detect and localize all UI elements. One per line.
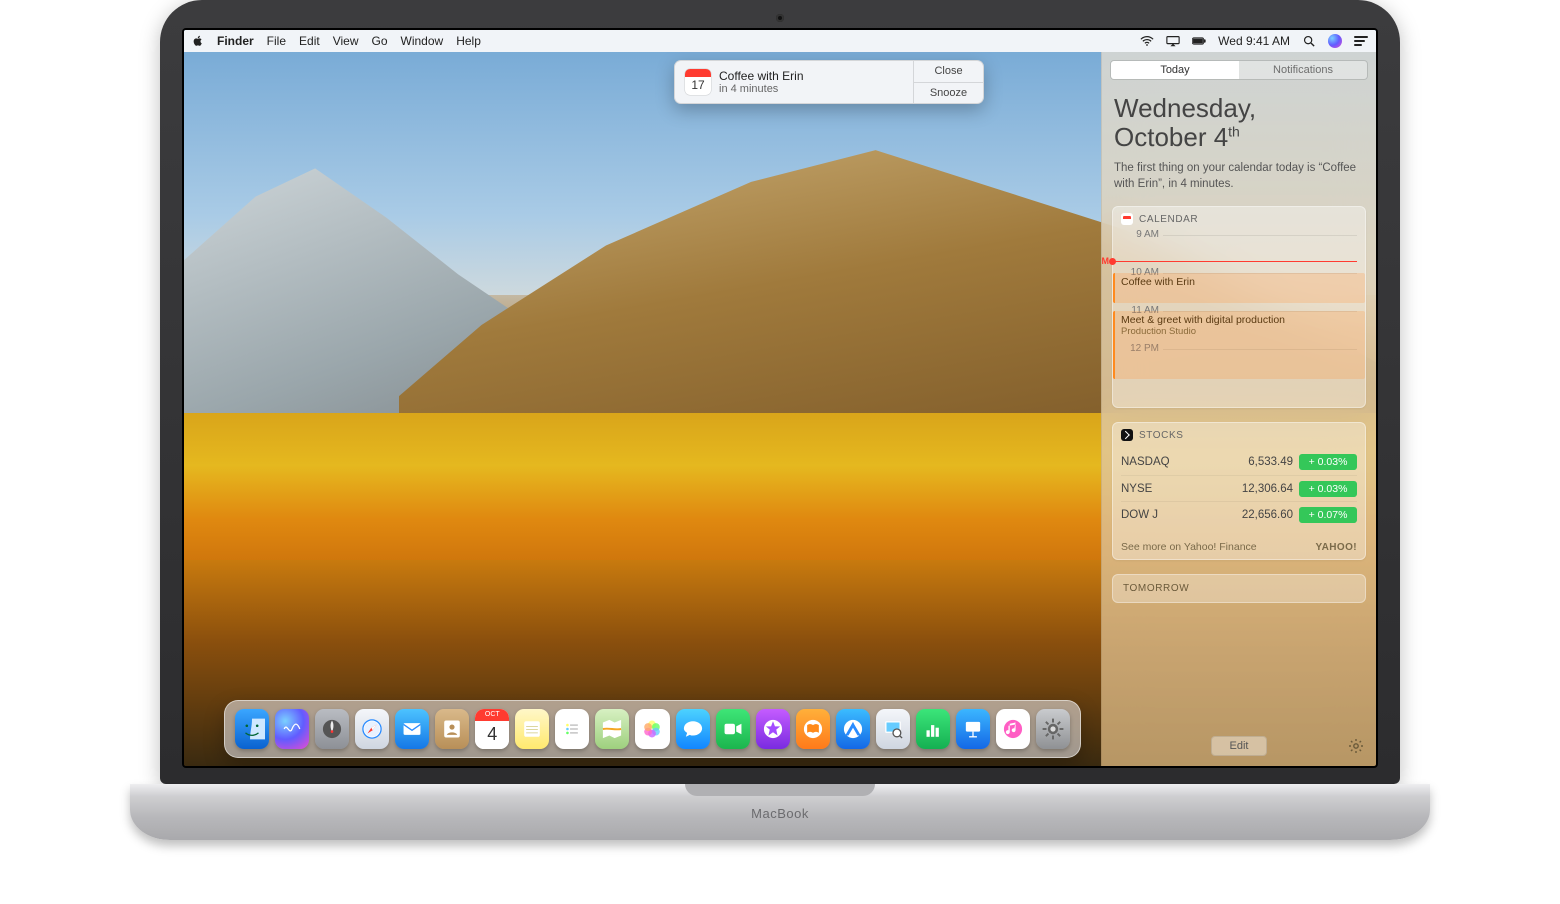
dock-notes[interactable] (515, 709, 549, 749)
nc-tab-today[interactable]: Today (1111, 61, 1239, 79)
menu-app-name[interactable]: Finder (217, 34, 254, 48)
calendar-event-2[interactable]: Meet & greet with digital production Pro… (1113, 311, 1365, 379)
airplay-icon[interactable] (1166, 35, 1180, 47)
macos-screen: Finder File Edit View Go Window Help (184, 30, 1376, 766)
nc-date-line1: Wednesday, (1114, 93, 1256, 123)
dock-siri[interactable] (275, 709, 309, 749)
calendar-widget: CALENDAR 9 AM 10 AM 11 AM 12 PM 9:41 AM (1112, 206, 1366, 408)
stock-row-2[interactable]: NYSE 12,306.64 + 0.03% (1121, 475, 1357, 501)
stock-1-value: 6,533.49 (1223, 456, 1293, 468)
stocks-widget-icon (1121, 429, 1133, 441)
laptop-base: MacBook (130, 784, 1430, 840)
dock-maps[interactable] (595, 709, 629, 749)
dock-reminders[interactable] (555, 709, 589, 749)
stock-1-name: NASDAQ (1121, 456, 1223, 468)
dock-launchpad[interactable] (315, 709, 349, 749)
calendar-app-icon: 17 (685, 69, 711, 95)
screen-bezel: Finder File Edit View Go Window Help (182, 28, 1378, 768)
now-time-label: 9:41 AM (1102, 256, 1109, 266)
dock-calendar[interactable]: OCT4 (475, 709, 509, 749)
dock: OCT4 (224, 700, 1081, 758)
dock-itunes-store[interactable] (756, 709, 790, 749)
stocks-widget-title: STOCKS (1139, 430, 1184, 441)
stock-2-value: 12,306.64 (1223, 483, 1293, 495)
nc-tab-notifications[interactable]: Notifications (1239, 61, 1367, 79)
stock-3-value: 22,656.60 (1223, 509, 1293, 521)
banner-close-button[interactable]: Close (914, 61, 983, 82)
yahoo-brand: YAHOO! (1316, 542, 1357, 553)
nc-edit-button[interactable]: Edit (1211, 736, 1268, 756)
dock-finder[interactable] (235, 709, 269, 749)
spotlight-icon[interactable] (1302, 35, 1316, 47)
stock-1-change: + 0.03% (1299, 454, 1357, 470)
notification-center: Today Notifications Wednesday, October 4… (1101, 52, 1376, 766)
dock-itunes[interactable] (996, 709, 1030, 749)
stock-3-name: DOW J (1121, 509, 1223, 521)
dock-contacts[interactable] (435, 709, 469, 749)
dock-safari[interactable] (355, 709, 389, 749)
menu-help[interactable]: Help (456, 34, 481, 48)
brand-label: MacBook (130, 806, 1430, 821)
menu-bar: Finder File Edit View Go Window Help (184, 30, 1376, 52)
dock-mail[interactable] (395, 709, 429, 749)
nc-summary: The first thing on your calendar today i… (1114, 161, 1364, 192)
stock-3-change: + 0.07% (1299, 507, 1357, 523)
apple-menu-icon[interactable] (192, 35, 204, 47)
menu-view[interactable]: View (333, 34, 359, 48)
nc-date-suffix: th (1228, 123, 1240, 139)
dock-appstore[interactable] (836, 709, 870, 749)
calendar-event-1[interactable]: Coffee with Erin (1113, 273, 1365, 303)
banner-title: Coffee with Erin (719, 69, 804, 83)
menu-window[interactable]: Window (401, 34, 444, 48)
wifi-icon[interactable] (1140, 35, 1154, 47)
macbook-device: Finder File Edit View Go Window Help (130, 0, 1430, 840)
menu-file[interactable]: File (267, 34, 286, 48)
dock-messages[interactable] (676, 709, 710, 749)
dock-system-preferences[interactable] (1036, 709, 1070, 749)
menu-clock[interactable]: Wed 9:41 AM (1218, 34, 1290, 48)
dock-photos[interactable] (635, 709, 669, 749)
trackpad-notch (685, 784, 875, 796)
nc-settings-icon[interactable] (1348, 738, 1364, 754)
siri-icon[interactable] (1328, 34, 1342, 48)
dock-ibooks[interactable] (796, 709, 830, 749)
menu-edit[interactable]: Edit (299, 34, 320, 48)
stock-2-name: NYSE (1121, 483, 1223, 495)
stock-row-1[interactable]: NASDAQ 6,533.49 + 0.03% (1121, 449, 1357, 475)
now-indicator: 9:41 AM (1113, 261, 1357, 262)
calendar-widget-title: CALENDAR (1139, 214, 1198, 225)
notification-center-icon[interactable] (1354, 36, 1368, 46)
dock-numbers[interactable] (916, 709, 950, 749)
event-2-location: Production Studio (1121, 326, 1359, 337)
menu-go[interactable]: Go (372, 34, 388, 48)
dock-preview[interactable] (876, 709, 910, 749)
dock-facetime[interactable] (716, 709, 750, 749)
calendar-app-day: 17 (685, 77, 711, 93)
calendar-widget-icon (1121, 213, 1133, 225)
tomorrow-widget-header: TOMORROW (1112, 574, 1366, 603)
nc-segmented-control: Today Notifications (1110, 60, 1368, 80)
nc-date-line2: October 4 (1114, 122, 1228, 152)
notification-banner: 17 Coffee with Erin in 4 minutes Close S… (674, 60, 984, 104)
event-2-name: Meet & greet with digital production (1121, 314, 1359, 326)
stock-2-change: + 0.03% (1299, 481, 1357, 497)
dock-keynote[interactable] (956, 709, 990, 749)
nc-date: Wednesday, October 4th (1114, 94, 1364, 151)
stock-row-3[interactable]: DOW J 22,656.60 + 0.07% (1121, 501, 1357, 527)
camera-icon (776, 14, 784, 22)
stocks-widget: STOCKS NASDAQ 6,533.49 + 0.03% NYSE (1112, 422, 1366, 560)
battery-icon[interactable] (1192, 35, 1206, 47)
lid: Finder File Edit View Go Window Help (160, 0, 1400, 784)
banner-snooze-button[interactable]: Snooze (914, 82, 983, 104)
banner-subtitle: in 4 minutes (719, 83, 804, 95)
stocks-more-link[interactable]: See more on Yahoo! Finance (1121, 541, 1257, 553)
event-1-name: Coffee with Erin (1121, 276, 1359, 288)
hour-9am: 9 AM (1119, 229, 1159, 240)
